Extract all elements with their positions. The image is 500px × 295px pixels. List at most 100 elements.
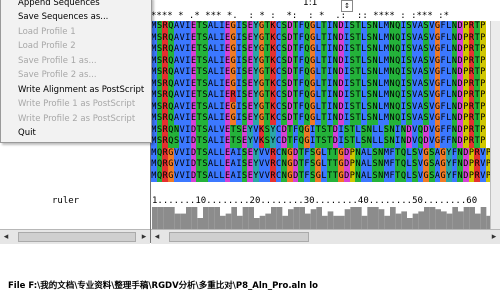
menu-item-save-sequences[interactable]: Save Sequences as... (18, 12, 108, 23)
conservation-bar (384, 215, 390, 229)
conservation-bar (242, 207, 249, 229)
conservation-bar (259, 215, 266, 229)
sequence-row: MQRGVVIDTSALLEAISEYVVRCNGDTFSGLTTGDPNALS… (151, 170, 492, 182)
menu-item-quit[interactable]: Quit (18, 128, 36, 139)
conservation-bar (237, 215, 243, 229)
sequence-row: MSRQAVIETSALIEGISEYGTKCSDTFQGLTINDISTLSN… (151, 55, 492, 67)
conservation-bar (327, 211, 334, 229)
conservation-bar (356, 207, 362, 229)
sequence-row: MSRQNVIDTSALVETSEYVKSYCDTFQGITSTDISTLSNL… (151, 124, 492, 136)
menu-item-write-profile-2-postscript: Write Profile 2 as PostScript (18, 114, 136, 124)
conservation-bar (367, 207, 373, 229)
conservation-bar (458, 211, 464, 229)
conservation-bar (395, 213, 402, 229)
residue: P (479, 78, 486, 90)
conservation-bar (203, 207, 209, 229)
conservation-bar (407, 218, 413, 229)
conservation-bar (299, 207, 305, 229)
zoom-label: 1:1 (303, 0, 318, 8)
conservation-bar (271, 207, 277, 229)
conservation-bar (310, 209, 317, 229)
conservation-bar (339, 215, 345, 229)
conservation-bar (378, 209, 385, 229)
conservation-bar (361, 215, 368, 229)
scroll-right-icon[interactable]: ▸ (138, 230, 150, 244)
consensus-marks-row: **** * .* *** *. : * : *: : * .: :: ****… (151, 12, 500, 21)
conservation-bar (191, 207, 198, 229)
sequence-row: MSRQAVIETSALIERISEYGTKCSDTFQGLTINDISTLSN… (151, 90, 492, 102)
conservation-bar (197, 218, 203, 229)
conservation-bar (344, 209, 351, 229)
conservation-bar (214, 207, 220, 229)
conservation-histogram (152, 207, 492, 229)
scroll-left-icon[interactable]: ◂ (151, 230, 163, 244)
alignment-horizontal-scrollbar[interactable]: ◂ ▸ (151, 229, 500, 244)
conservation-bar (463, 207, 470, 229)
conservation-bar (316, 207, 322, 229)
menu-item-load-profile-1: Load Profile 1 (18, 27, 76, 37)
residue: P (479, 101, 486, 113)
conservation-bar (441, 211, 447, 229)
conservation-bar (418, 211, 424, 229)
menu-item-write-profile-1-postscript: Write Profile 1 as PostScript (18, 99, 136, 109)
alignment-grid[interactable]: MSRQAVIETSALIEGISEYGTKCSDTFQGLTINDISTLSN… (151, 21, 492, 182)
menu-item-save-profile-2: Save Profile 2 as... (18, 70, 97, 80)
conservation-bar (373, 207, 379, 229)
conservation-bar (282, 215, 288, 229)
conservation-bar (180, 213, 186, 229)
menu-item-write-alignment-postscript[interactable]: Write Alignment as PostScript (18, 85, 144, 96)
conservation-bar (157, 207, 164, 229)
conservation-bar (390, 207, 396, 229)
conservation-bar (220, 215, 226, 229)
conservation-bar (412, 213, 419, 229)
sequence-row: MSRQSVIDTSALIETSEYVKSYCDTFQGITSTDISTLSNL… (151, 136, 492, 148)
residue: P (479, 21, 486, 33)
conservation-bar (288, 209, 294, 229)
conservation-bar (163, 207, 169, 229)
file-menu: Append Sequences Save Sequences as... Lo… (0, 0, 152, 143)
scroll-right-icon[interactable]: ▸ (488, 230, 500, 244)
sequence-row: MSRQAVIETSALIEGISEYGTKCSDTFQGLTINDISTLSN… (151, 67, 492, 79)
conservation-bar (480, 207, 487, 229)
sequence-row: MSRQAVIETSALIEGISEYGTKCSDTFQGLTINDISTLSN… (151, 32, 492, 44)
sequence-row: MSRQAVIETSALIEGISEYGTKCSDTFQGLTINDISTLSN… (151, 44, 492, 56)
residue: P (479, 55, 486, 67)
conservation-bar (446, 213, 453, 229)
sequence-row: MQRGVVIDTSALLEAISEYVVRCNGDTFSGLTTGDPNALS… (151, 159, 492, 171)
conservation-bar (174, 213, 181, 229)
conservation-bar (276, 207, 283, 229)
sequence-row: MSRQAVIETSALIEGISEYGTKCSDTFQGLTINDISTLSN… (151, 21, 492, 33)
conservation-bar (305, 213, 311, 229)
sequence-row: MQRGVVIDTSALLEAISEYVVRCNGDTFSGLTTGDPNALS… (151, 147, 492, 159)
conservation-bar (424, 207, 430, 229)
conservation-bar (254, 218, 260, 229)
vertical-scrollbar[interactable] (490, 21, 500, 229)
conservation-bar (333, 215, 339, 229)
menu-item-save-profile-1: Save Profile 1 as... (18, 56, 97, 66)
conservation-bar (350, 207, 356, 229)
menu-item-load-profile-2: Load Profile 2 (18, 41, 76, 51)
conservation-bar (248, 207, 254, 229)
sequence-row: MSRQAVIETSALIEGISEYGTKCSDTFQGLTINDISTLSN… (151, 78, 492, 90)
conservation-bar (186, 207, 192, 229)
conservation-bar (225, 213, 232, 229)
conservation-bar (322, 215, 328, 229)
scroll-thumb[interactable] (18, 232, 136, 242)
scroll-left-icon[interactable]: ◂ (0, 230, 12, 244)
conservation-bar (265, 213, 271, 229)
ruler: 1.......10........20........30........40… (152, 196, 478, 206)
residue: P (479, 32, 486, 44)
scroll-thumb[interactable] (169, 232, 309, 242)
conservation-bar (169, 207, 175, 229)
conservation-bar (475, 213, 481, 229)
sequence-row: MSRQAVIETSALIEGISEYGTKCSDTFQGLTINDISTLSN… (151, 101, 492, 113)
residue: P (479, 67, 486, 79)
conservation-bar (401, 211, 407, 229)
names-horizontal-scrollbar[interactable]: ◂ ▸ (0, 229, 150, 244)
residue: P (479, 136, 486, 148)
conservation-bar (208, 207, 215, 229)
conservation-bar (452, 207, 458, 229)
menu-item-append-sequences[interactable]: Append Sequences (18, 0, 100, 9)
residue: P (479, 124, 486, 136)
sequence-row: MSRQAVIETSALIEGISEYGTKCSDTFQGLTINDISTLSN… (151, 113, 492, 125)
